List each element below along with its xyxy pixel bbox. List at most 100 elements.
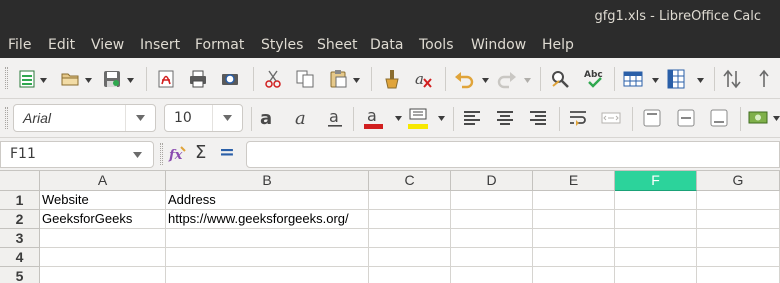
cell-f2[interactable] (615, 210, 697, 229)
bold-icon[interactable]: a (258, 108, 278, 128)
find-replace-icon[interactable] (550, 69, 570, 89)
menu-help[interactable]: Help (542, 37, 574, 53)
function-wizard-icon[interactable]: fx (168, 144, 188, 164)
cell-c2[interactable] (369, 210, 451, 229)
highlight-icon[interactable] (408, 106, 428, 130)
align-center-icon[interactable] (495, 108, 515, 128)
menu-window[interactable]: Window (471, 37, 526, 53)
cell-c4[interactable] (369, 248, 451, 267)
menu-view[interactable]: View (91, 37, 124, 53)
cell-d2[interactable] (451, 210, 533, 229)
copy-icon[interactable] (295, 69, 315, 89)
cell-a4[interactable] (40, 248, 166, 267)
align-left-icon[interactable] (462, 108, 482, 128)
chevron-down-icon[interactable] (125, 105, 155, 131)
print-preview-icon[interactable] (220, 69, 240, 89)
print-icon[interactable] (188, 69, 208, 89)
column-header-d[interactable]: D (451, 171, 533, 191)
cell-a3[interactable] (40, 229, 166, 248)
sort-ascending-icon[interactable] (756, 69, 776, 89)
chevron-down-icon[interactable] (482, 78, 489, 83)
wrap-text-icon[interactable] (568, 108, 588, 128)
row-header-2[interactable]: 2 (0, 210, 40, 229)
cell-d3[interactable] (451, 229, 533, 248)
align-middle-icon[interactable] (676, 108, 696, 128)
font-color-icon[interactable]: a (363, 106, 383, 130)
export-pdf-icon[interactable] (156, 69, 176, 89)
cell-c3[interactable] (369, 229, 451, 248)
toolbar-grip[interactable] (5, 107, 8, 129)
chevron-down-icon[interactable] (652, 78, 659, 83)
cell-c1[interactable] (369, 191, 451, 210)
font-name-combo[interactable]: Arial (13, 104, 156, 132)
paste-icon[interactable] (328, 69, 348, 89)
currency-icon[interactable] (748, 108, 768, 128)
sort-icon[interactable] (722, 69, 742, 89)
select-all-corner[interactable] (0, 171, 40, 191)
cell-c5[interactable] (369, 267, 451, 283)
row-header-4[interactable]: 4 (0, 248, 40, 267)
new-spreadsheet-icon[interactable] (17, 69, 37, 89)
cell-d5[interactable] (451, 267, 533, 283)
font-size-combo[interactable]: 10 (164, 104, 243, 132)
clone-formatting-icon[interactable] (381, 69, 401, 89)
align-top-icon[interactable] (642, 108, 662, 128)
formula-input[interactable] (246, 141, 780, 168)
formula-icon[interactable]: = (219, 141, 235, 163)
cell-d4[interactable] (451, 248, 533, 267)
cell-f5[interactable] (615, 267, 697, 283)
row-icon[interactable] (623, 69, 643, 89)
cell-b5[interactable] (166, 267, 369, 283)
chevron-down-icon[interactable] (127, 78, 134, 83)
save-icon[interactable] (102, 69, 122, 89)
cell-g2[interactable] (697, 210, 780, 229)
column-header-b[interactable]: B (166, 171, 369, 191)
cell-e5[interactable] (533, 267, 615, 283)
chevron-down-icon[interactable] (40, 78, 47, 83)
cell-g1[interactable] (697, 191, 780, 210)
undo-icon[interactable] (454, 69, 474, 89)
merge-cells-icon[interactable] (601, 108, 621, 128)
italic-icon[interactable]: a (292, 108, 312, 128)
cell-a2[interactable]: GeeksforGeeks (40, 210, 166, 229)
align-right-icon[interactable] (528, 108, 548, 128)
align-bottom-icon[interactable] (709, 108, 729, 128)
spellcheck-icon[interactable]: Abc (583, 68, 607, 88)
sum-icon[interactable]: Σ (195, 142, 206, 163)
chevron-down-icon[interactable] (395, 116, 402, 121)
menu-styles[interactable]: Styles (261, 37, 303, 53)
open-folder-icon[interactable] (60, 69, 80, 89)
menu-tools[interactable]: Tools (419, 37, 454, 53)
column-header-g[interactable]: G (697, 171, 780, 191)
cell-g5[interactable] (697, 267, 780, 283)
menu-format[interactable]: Format (195, 37, 244, 53)
column-header-f[interactable]: F (615, 171, 697, 191)
redo-icon[interactable] (497, 69, 517, 89)
menu-file[interactable]: File (8, 37, 31, 53)
row-header-5[interactable]: 5 (0, 267, 40, 283)
cell-g3[interactable] (697, 229, 780, 248)
menu-sheet[interactable]: Sheet (317, 37, 357, 53)
chevron-down-icon[interactable] (123, 142, 153, 167)
menu-data[interactable]: Data (370, 37, 403, 53)
column-icon[interactable] (666, 69, 686, 89)
cell-g4[interactable] (697, 248, 780, 267)
cell-f1[interactable] (615, 191, 697, 210)
chevron-down-icon[interactable] (524, 78, 531, 83)
cell-b1[interactable]: Address (166, 191, 369, 210)
cell-b4[interactable] (166, 248, 369, 267)
chevron-down-icon[interactable] (697, 78, 704, 83)
cell-b3[interactable] (166, 229, 369, 248)
column-header-c[interactable]: C (369, 171, 451, 191)
cell-a5[interactable] (40, 267, 166, 283)
cell-e2[interactable] (533, 210, 615, 229)
chevron-down-icon[interactable] (438, 116, 445, 121)
toolbar-grip[interactable] (160, 143, 163, 165)
cell-e1[interactable] (533, 191, 615, 210)
cut-icon[interactable] (263, 69, 283, 89)
chevron-down-icon[interactable] (353, 78, 360, 83)
cell-f4[interactable] (615, 248, 697, 267)
toolbar-grip[interactable] (5, 67, 8, 89)
row-header-3[interactable]: 3 (0, 229, 40, 248)
cell-d1[interactable] (451, 191, 533, 210)
